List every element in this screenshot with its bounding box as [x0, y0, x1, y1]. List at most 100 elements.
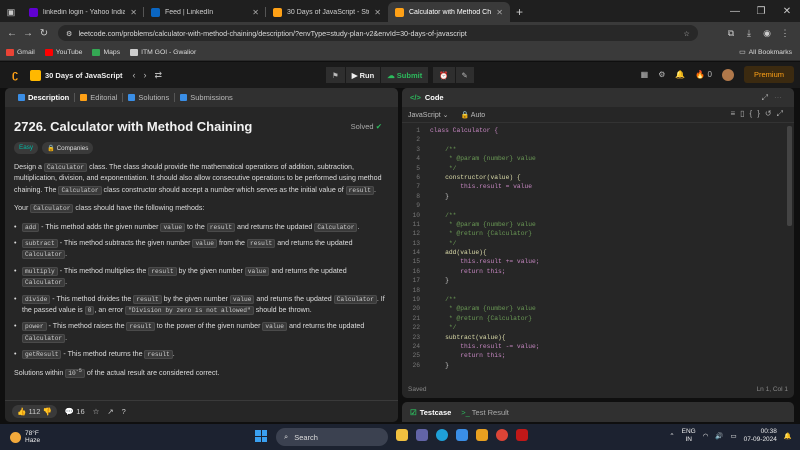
- code-line[interactable]: 3 /**: [402, 145, 794, 154]
- code-line[interactable]: 24 this.result -= value;: [402, 342, 794, 351]
- tab-testcase[interactable]: ☑ Testcase: [410, 408, 451, 417]
- code-line[interactable]: 12 * @return {Calculator}: [402, 229, 794, 238]
- shuffle-icon[interactable]: ⇄: [155, 70, 163, 81]
- battery-icon[interactable]: ▭: [731, 432, 737, 440]
- premium-button[interactable]: Premium: [743, 66, 794, 83]
- close-icon[interactable]: ✕: [252, 8, 259, 17]
- language-indicator[interactable]: ENG IN: [682, 428, 696, 444]
- file-explorer-icon[interactable]: [396, 429, 408, 441]
- code-line[interactable]: 16 return this;: [402, 267, 794, 276]
- timer-icon[interactable]: ⏰: [433, 67, 455, 83]
- wifi-icon[interactable]: ◠: [703, 432, 709, 440]
- code-line[interactable]: 14 add(value){: [402, 248, 794, 257]
- more-icon[interactable]: ⋯: [774, 93, 788, 102]
- code-line[interactable]: 4 * @param {number} value: [402, 154, 794, 163]
- code-line[interactable]: 13 */: [402, 239, 794, 248]
- site-info-icon[interactable]: ⚙: [66, 29, 72, 38]
- minimize-button[interactable]: —: [722, 2, 748, 22]
- code-editor[interactable]: 1 class Calculator {2 3 /** 4 * @param {num…: [402, 126, 794, 370]
- braces-icon[interactable]: {}: [750, 109, 765, 118]
- like-button[interactable]: 👍 112 👎: [12, 405, 57, 418]
- browser-tab[interactable]: Feed | LinkedIn ✕: [144, 2, 266, 22]
- more-menu-icon[interactable]: ⋮: [776, 28, 794, 39]
- clock[interactable]: 00:38 07-09-2024: [744, 428, 777, 444]
- study-plan-button[interactable]: 30 Days of JavaScript: [30, 69, 123, 81]
- code-line[interactable]: 6 constructor(value) {: [402, 173, 794, 182]
- close-icon[interactable]: ✕: [374, 8, 381, 17]
- code-line[interactable]: 10 /**: [402, 211, 794, 220]
- code-line[interactable]: 19 /**: [402, 295, 794, 304]
- coins-counter[interactable]: 🔥 0: [695, 70, 712, 79]
- edge-icon[interactable]: [436, 429, 448, 441]
- maximize-icon[interactable]: ⤢: [762, 93, 774, 102]
- code-line[interactable]: 7 this.result = value: [402, 182, 794, 191]
- volume-icon[interactable]: 🔊: [715, 432, 723, 440]
- code-line[interactable]: 8 }: [402, 192, 794, 201]
- bookmark-youtube[interactable]: YouTube: [44, 48, 82, 56]
- tab-submissions[interactable]: Submissions: [175, 93, 238, 102]
- close-icon[interactable]: ✕: [130, 8, 137, 17]
- tab-menu-icon[interactable]: ▣: [0, 2, 22, 22]
- favorite-icon[interactable]: ☆: [93, 407, 100, 416]
- url-field[interactable]: ⚙ leetcode.com/problems/calculator-with-…: [58, 25, 698, 41]
- companies-badge[interactable]: 🔒 Companies: [42, 142, 94, 154]
- code-line[interactable]: 1 class Calculator {: [402, 126, 794, 135]
- chevron-up-icon[interactable]: ⌃: [669, 432, 674, 440]
- download-icon[interactable]: ⤓: [740, 28, 758, 39]
- new-tab-button[interactable]: +: [510, 2, 529, 22]
- code-line[interactable]: 9: [402, 201, 794, 210]
- code-line[interactable]: 21 * @return {Calculator}: [402, 314, 794, 323]
- help-icon[interactable]: ?: [122, 407, 126, 416]
- avatar[interactable]: [721, 68, 734, 81]
- bookmark-star-icon[interactable]: ☆: [684, 29, 690, 38]
- tab-solutions[interactable]: Solutions: [123, 93, 176, 102]
- code-line[interactable]: 20 * @param {number} value: [402, 304, 794, 313]
- reset-icon[interactable]: ↺: [765, 109, 777, 118]
- tab-editorial[interactable]: Editorial: [75, 93, 124, 102]
- bookmark-gmail[interactable]: Gmail: [6, 48, 35, 56]
- prev-problem-icon[interactable]: ‹: [133, 70, 136, 80]
- notes-icon[interactable]: ✎: [455, 67, 474, 83]
- leetcode-logo-icon[interactable]: ʗ: [12, 69, 22, 81]
- bookmark-itm[interactable]: ITM GOI - Gwalior: [130, 48, 196, 56]
- code-line[interactable]: 23 subtract(value){: [402, 333, 794, 342]
- chrome-icon[interactable]: [496, 429, 508, 441]
- language-select[interactable]: JavaScript ⌄: [408, 111, 449, 119]
- editor-scrollbar[interactable]: [787, 126, 792, 226]
- profile-icon[interactable]: ◉: [758, 28, 776, 39]
- share-icon[interactable]: ↗: [107, 407, 113, 416]
- submit-button[interactable]: ☁ Submit: [381, 67, 429, 83]
- browser-tab[interactable]: linkedin login - Yahoo India Se ✕: [22, 2, 144, 22]
- forward-icon[interactable]: →: [20, 28, 36, 39]
- mcafee-icon[interactable]: [516, 429, 528, 441]
- close-icon[interactable]: ✕: [496, 8, 503, 17]
- maximize-button[interactable]: ❐: [748, 2, 774, 22]
- debug-icon[interactable]: ⚑: [326, 67, 345, 83]
- bookmark-icon[interactable]: ▯: [740, 109, 749, 118]
- windows-start-icon[interactable]: [255, 430, 267, 442]
- next-problem-icon[interactable]: ›: [144, 70, 147, 80]
- comments-button[interactable]: 💬 16: [65, 407, 85, 416]
- notification-center-icon[interactable]: 🔔: [784, 432, 792, 440]
- weather-widget[interactable]: 78°F Haze: [10, 430, 40, 444]
- tab-description[interactable]: Description: [13, 93, 76, 102]
- expand-icon[interactable]: ⤢: [777, 109, 788, 118]
- taskbar-search[interactable]: ⌕ Search: [276, 428, 388, 446]
- bookmark-maps[interactable]: Maps: [92, 48, 120, 56]
- code-line[interactable]: 18: [402, 286, 794, 295]
- code-line[interactable]: 22 */: [402, 323, 794, 332]
- settings-icon[interactable]: ⚙: [658, 70, 665, 79]
- store-icon[interactable]: [456, 429, 468, 441]
- code-line[interactable]: 2: [402, 135, 794, 144]
- run-button[interactable]: ▶ Run: [345, 67, 381, 83]
- code-line[interactable]: 26 }: [402, 361, 794, 370]
- thumbs-down-icon[interactable]: 👎: [43, 407, 52, 416]
- all-bookmarks[interactable]: ▭ All Bookmarks: [739, 48, 792, 57]
- reload-icon[interactable]: ↻: [36, 28, 52, 39]
- code-line[interactable]: 17 }: [402, 276, 794, 285]
- window-close-button[interactable]: ✕: [774, 2, 800, 22]
- format-icon[interactable]: ≡: [730, 109, 740, 118]
- layout-icon[interactable]: ▦: [641, 70, 649, 79]
- notification-icon[interactable]: 🔔: [675, 70, 685, 79]
- photos-icon[interactable]: [476, 429, 488, 441]
